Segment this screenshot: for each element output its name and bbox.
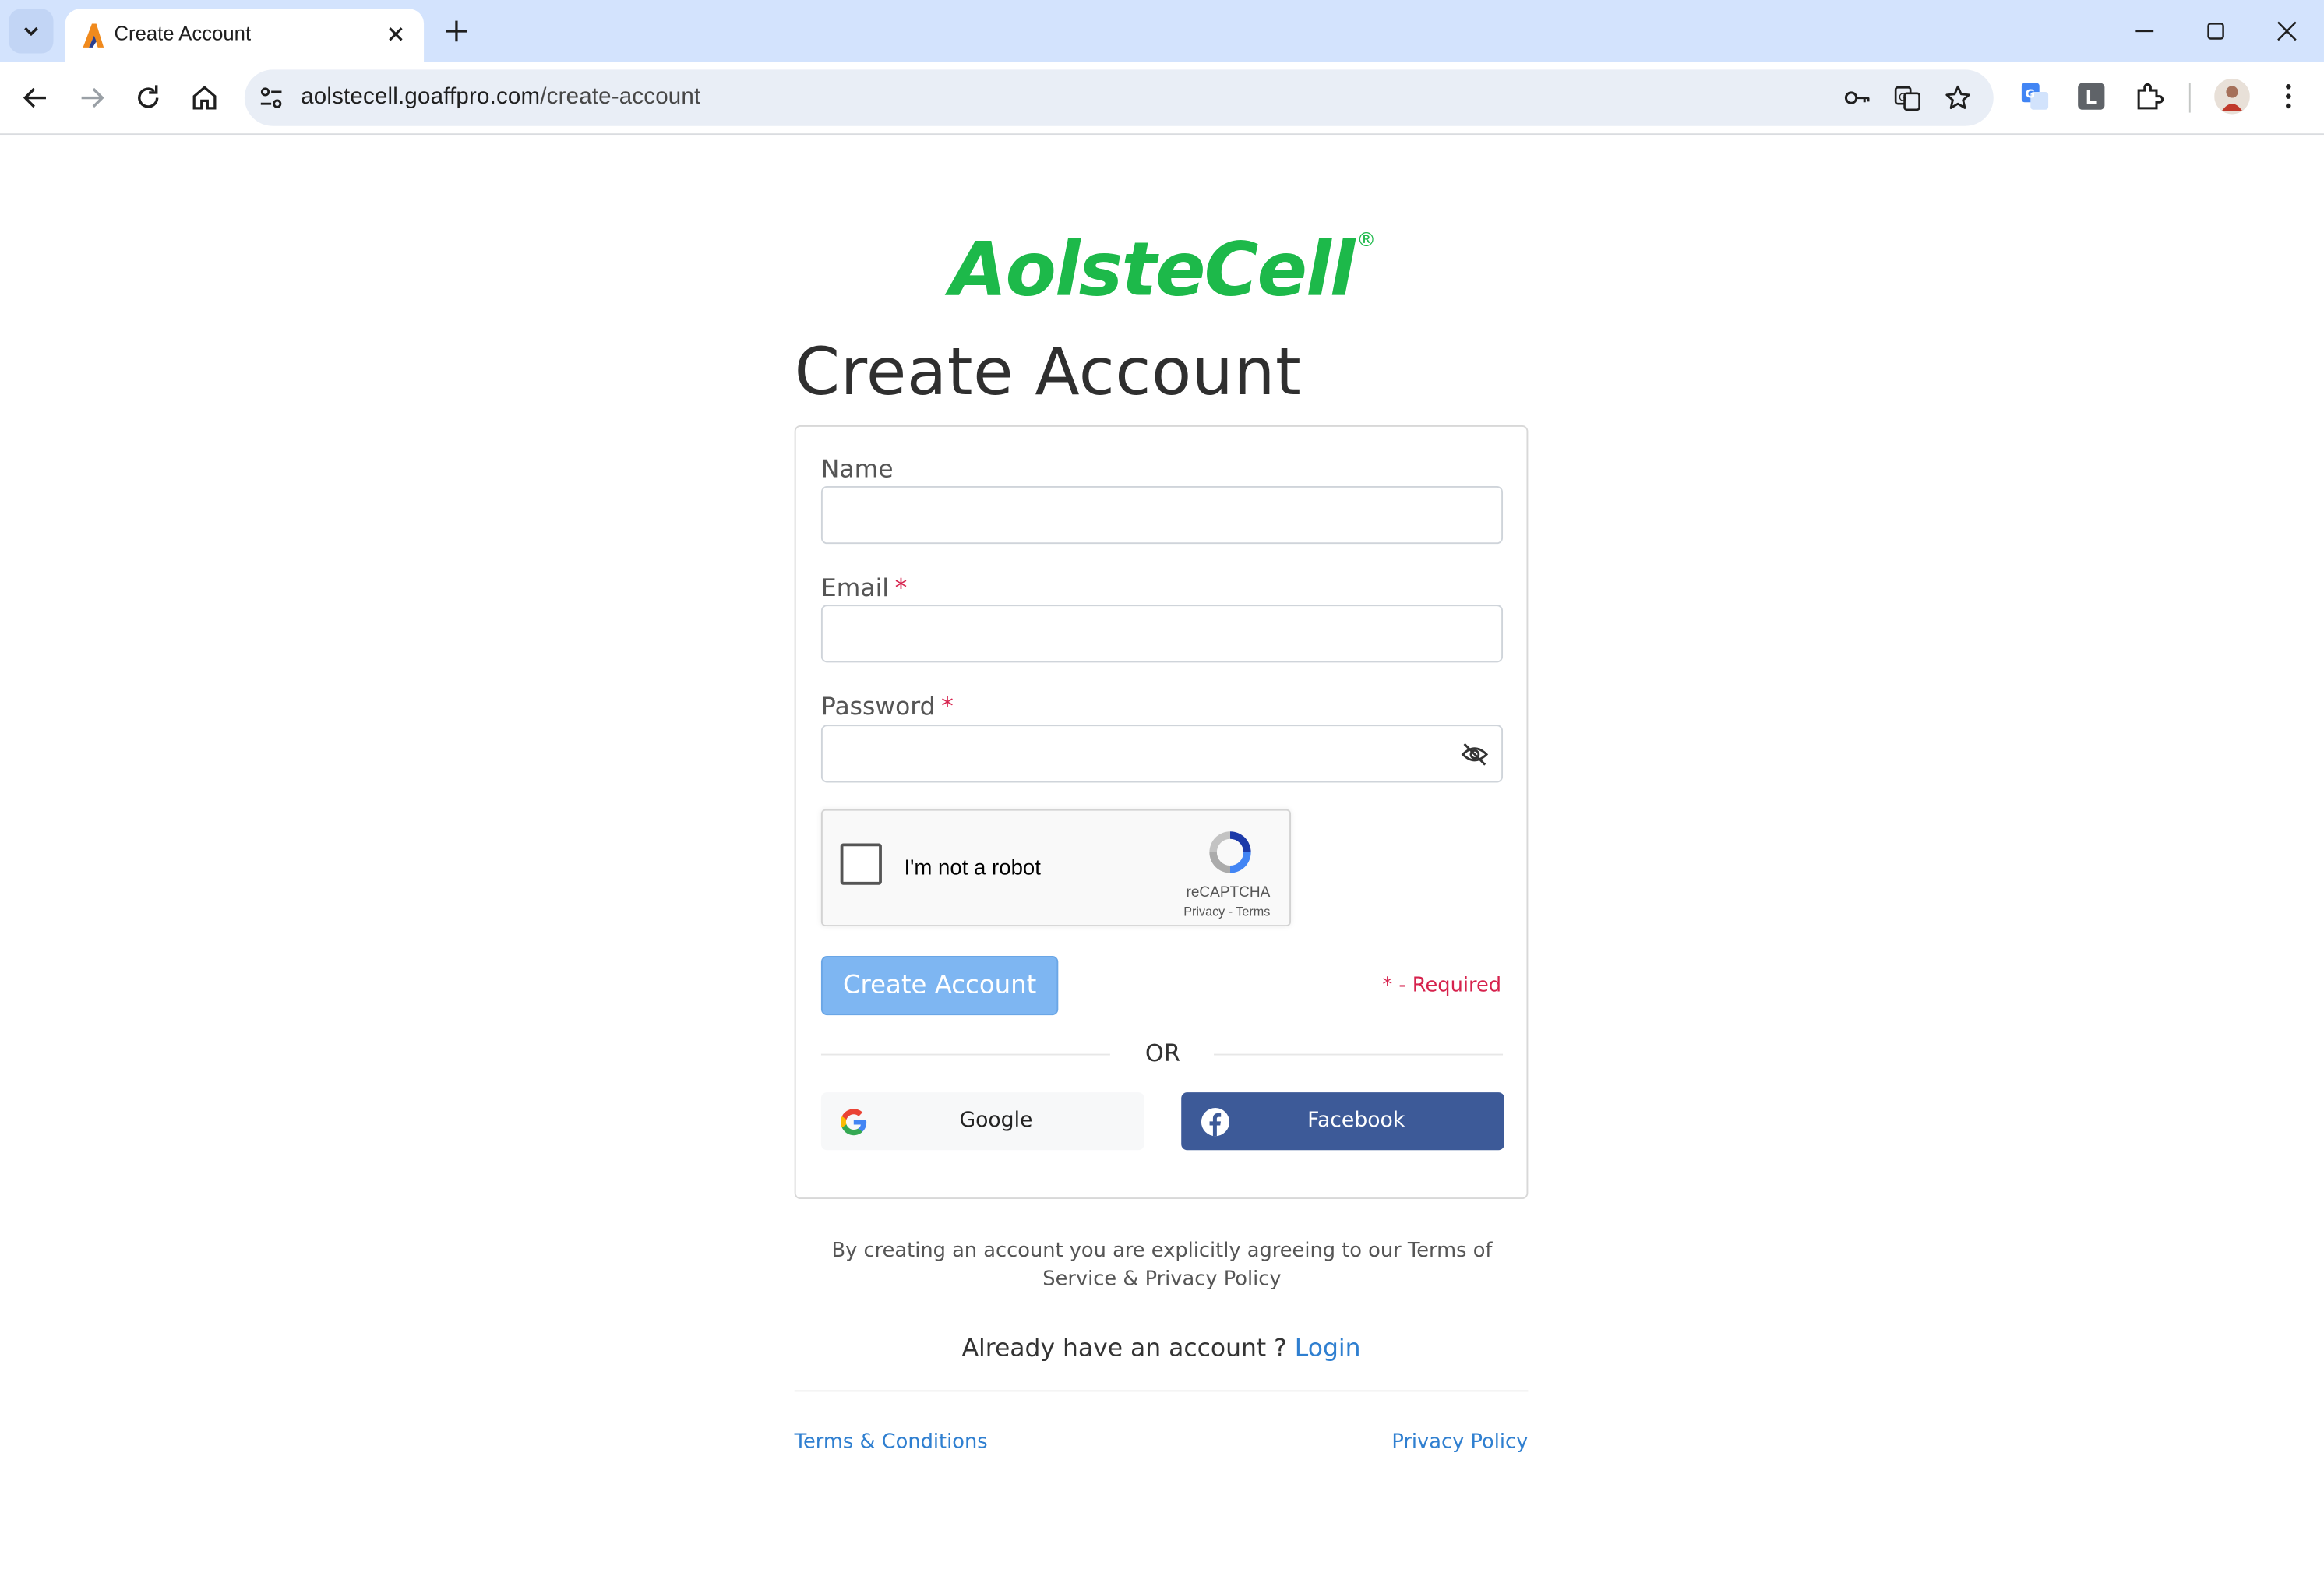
password-input[interactable]: [820, 725, 1504, 783]
page-content: AolsteCell ® Create Account Name Email * P…: [0, 135, 2324, 1594]
site-favicon-icon: [83, 23, 104, 48]
recaptcha-privacy-terms-links[interactable]: Privacy - Terms: [1183, 904, 1270, 919]
tab-title: Create Account: [114, 22, 252, 45]
close-window-icon[interactable]: [2269, 15, 2305, 48]
login-link[interactable]: Login: [1295, 1334, 1361, 1362]
agreement-text: By creating an account you are explicitl…: [831, 1239, 1493, 1291]
close-tab-icon[interactable]: [383, 21, 409, 48]
or-separator: OR: [1144, 1039, 1180, 1067]
email-label: Email *: [820, 573, 908, 602]
translate-icon[interactable]: G: [1892, 83, 1922, 113]
eye-slash-icon[interactable]: [1460, 739, 1490, 769]
required-note: * - Required: [1382, 973, 1502, 998]
svg-text:G: G: [2026, 87, 2035, 101]
recaptcha-brand: reCAPTCHA: [1186, 884, 1271, 901]
name-label: Name: [820, 455, 894, 484]
toolbar-divider: [2188, 83, 2191, 113]
login-prompt: Already have an account ? Login: [961, 1334, 1361, 1363]
svg-text:G: G: [1899, 92, 1906, 104]
signup-form-card: Name Email * Password * I'm not a robot re…: [794, 425, 1529, 1200]
footer-divider: [794, 1390, 1529, 1392]
more-menu-icon[interactable]: [2272, 80, 2305, 113]
brand-logo[interactable]: AolsteCell ®: [0, 227, 2324, 312]
tab-strip: Create Account: [0, 0, 2324, 62]
recaptcha-logo-icon: [1209, 831, 1251, 873]
profile-avatar-icon[interactable]: [2214, 78, 2250, 115]
facebook-signin-button[interactable]: Facebook: [1181, 1092, 1504, 1151]
google-signin-button[interactable]: Google: [820, 1092, 1144, 1151]
forward-arrow-icon[interactable]: [74, 80, 110, 116]
browser-toolbar: aolstecell.goaffpro.com/create-account G…: [0, 62, 2324, 136]
privacy-policy-link[interactable]: Privacy Policy: [1391, 1430, 1528, 1454]
recaptcha-widget: I'm not a robot reCAPTCHA Privacy - Term…: [820, 809, 1291, 926]
password-label: Password *: [820, 692, 954, 721]
tab-create-account[interactable]: Create Account: [65, 9, 425, 62]
page-title: Create Account: [794, 334, 1302, 411]
email-input[interactable]: [820, 605, 1504, 663]
google-translate-extension-icon[interactable]: G: [2019, 80, 2051, 113]
recaptcha-checkbox[interactable]: [840, 843, 882, 885]
name-input[interactable]: [820, 485, 1504, 545]
bookmark-star-icon[interactable]: [1943, 83, 1973, 113]
chevron-down-icon: [24, 26, 38, 37]
facebook-button-label: Facebook: [1307, 1108, 1405, 1133]
site-settings-icon[interactable]: [256, 83, 286, 113]
recaptcha-label: I'm not a robot: [904, 856, 1041, 881]
tab-search-button[interactable]: [9, 9, 54, 54]
extensions-puzzle-icon[interactable]: [2133, 80, 2166, 113]
minimize-icon[interactable]: [2127, 15, 2163, 48]
svg-text:L: L: [2086, 88, 2097, 108]
back-arrow-icon[interactable]: [18, 80, 54, 116]
maximize-icon[interactable]: [2198, 15, 2234, 48]
new-tab-icon[interactable]: [440, 15, 473, 48]
terms-conditions-link[interactable]: Terms & Conditions: [795, 1430, 988, 1454]
url-text: aolstecell.goaffpro.com/create-account: [301, 84, 701, 110]
address-bar[interactable]: aolstecell.goaffpro.com/create-account G: [244, 69, 1994, 126]
key-icon[interactable]: [1843, 83, 1872, 113]
l-extension-icon[interactable]: L: [2075, 80, 2107, 113]
google-button-label: Google: [959, 1108, 1033, 1133]
create-account-button[interactable]: Create Account: [820, 956, 1059, 1016]
reload-icon[interactable]: [130, 80, 166, 116]
home-icon[interactable]: [187, 80, 223, 116]
